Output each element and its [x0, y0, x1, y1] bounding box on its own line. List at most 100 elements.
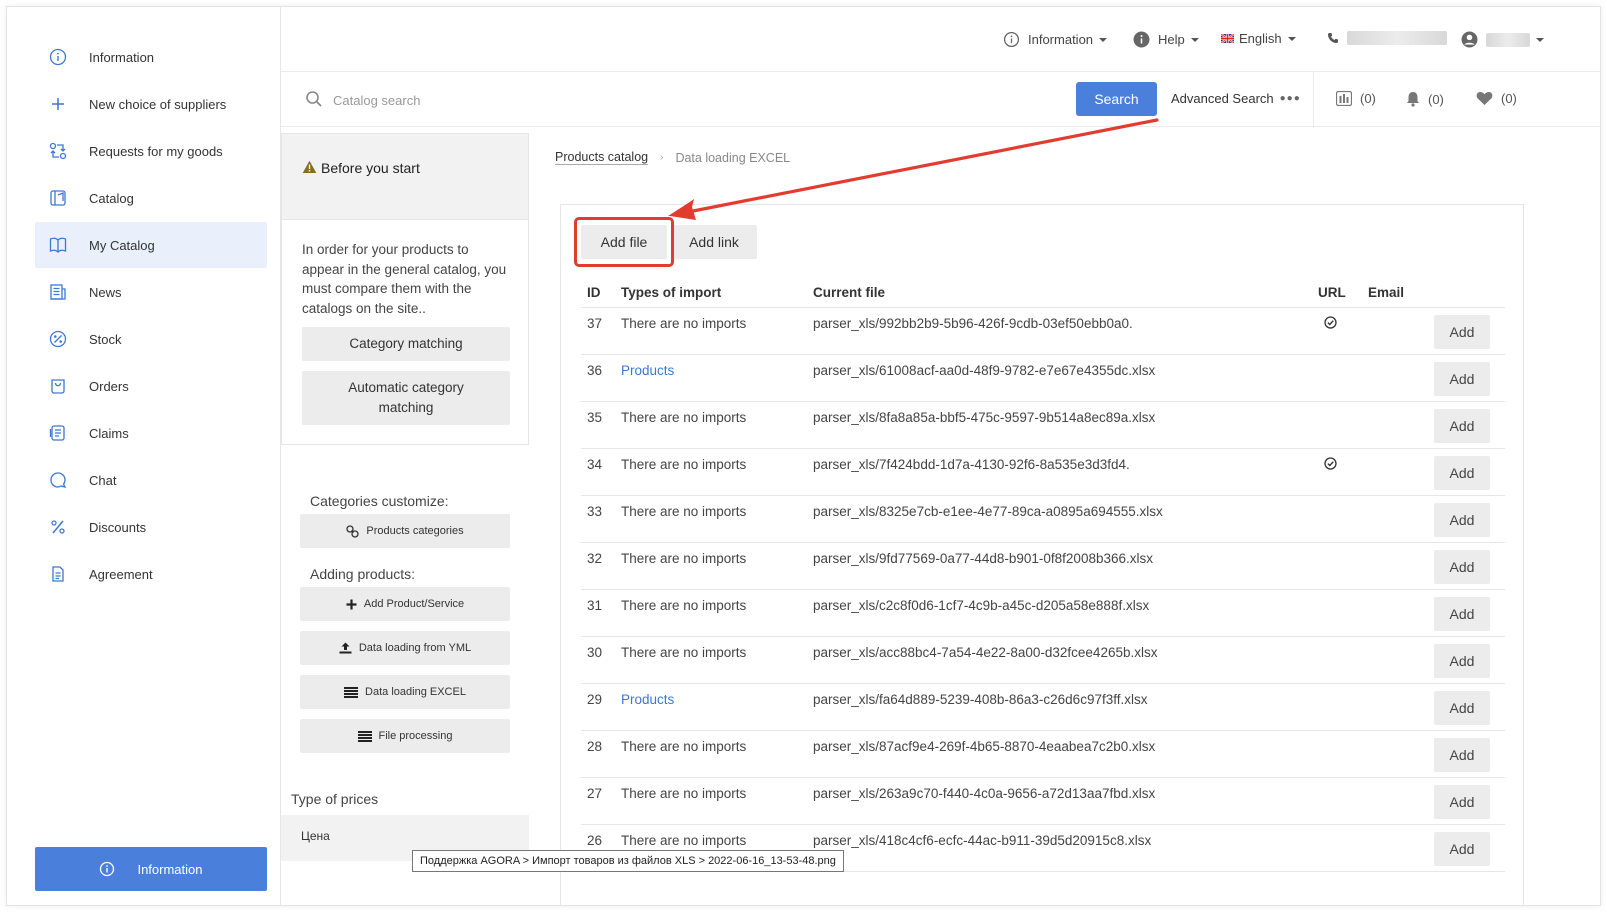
add-button[interactable]: Add — [1434, 643, 1490, 678]
before-you-start-box: Before you start In order for your produ… — [281, 133, 529, 445]
sidebar-information-button[interactable]: Information — [35, 847, 267, 891]
sidebar-item-new-choice-of-suppliers[interactable]: New choice of suppliers — [35, 81, 267, 127]
sidebar-item-label: Orders — [89, 378, 129, 394]
document-icon — [47, 563, 69, 585]
sidebar-item-agreement[interactable]: Agreement — [35, 551, 267, 597]
adding-products-label: Adding products: — [310, 566, 416, 582]
row-email — [1362, 683, 1428, 731]
information-menu[interactable]: Information — [1003, 31, 1108, 48]
row-import-type: There are no imports — [615, 777, 807, 825]
row-current-file: parser_xls/7f424bdd-1d7a-4130-92f6-8a535… — [807, 448, 1312, 496]
sidebar-item-orders[interactable]: Orders — [35, 363, 267, 409]
row-id: 35 — [581, 401, 615, 449]
notifications-counter[interactable]: (0) — [1406, 91, 1444, 107]
file-processing-button[interactable]: File processing — [300, 719, 510, 753]
heart-icon — [1476, 91, 1493, 105]
table-row: 34 There are no imports parser_xls/7f424bd… — [581, 448, 1505, 496]
add-button[interactable]: Add — [1434, 737, 1490, 772]
row-action: Add — [1428, 448, 1505, 496]
breadcrumb-current: Data loading EXCEL — [675, 150, 791, 165]
add-button[interactable]: Add — [1434, 314, 1490, 349]
sidebar-item-claims[interactable]: Claims — [35, 410, 267, 456]
information-menu-label: Information — [1028, 32, 1094, 47]
user-menu[interactable] — [1461, 31, 1544, 48]
info-icon — [47, 46, 69, 68]
news-icon — [47, 281, 69, 303]
app-window: Information New choice of suppliers Reques… — [6, 6, 1601, 906]
catalog-search-input[interactable] — [333, 84, 1033, 116]
category-matching-button[interactable]: Category matching — [302, 327, 510, 361]
advanced-search-link[interactable]: Advanced Search ●●● — [1171, 91, 1301, 106]
row-id: 29 — [581, 683, 615, 731]
row-current-file: parser_xls/9fd77569-0a77-44d8-b901-0f8f2… — [807, 542, 1312, 590]
tooltip: Поддержка AGORA > Импорт товаров из файл… — [412, 850, 844, 872]
row-action: Add — [1428, 354, 1505, 402]
table-row: 37 There are no imports parser_xls/992bb2b… — [581, 307, 1505, 355]
sidebar-item-discounts[interactable]: Discounts — [35, 504, 267, 550]
row-url — [1312, 636, 1362, 684]
add-button[interactable]: Add — [1434, 361, 1490, 396]
row-url — [1312, 354, 1362, 402]
chat-icon — [47, 469, 69, 491]
favorites-counter[interactable]: (0) — [1476, 91, 1517, 106]
add-button[interactable]: Add — [1434, 596, 1490, 631]
automatic-category-matching-button[interactable]: Automatic category matching — [302, 371, 510, 425]
sidebar-item-chat[interactable]: Chat — [35, 457, 267, 503]
add-button[interactable]: Add — [1434, 690, 1490, 725]
row-import-type[interactable]: Products — [615, 354, 807, 402]
advanced-search-label: Advanced Search — [1171, 91, 1274, 106]
row-url — [1312, 448, 1362, 496]
help-menu[interactable]: Help — [1133, 31, 1199, 48]
add-button[interactable]: Add — [1434, 502, 1490, 537]
phone-icon — [1328, 33, 1338, 43]
add-button[interactable]: Add — [1434, 784, 1490, 819]
row-import-type: There are no imports — [615, 589, 807, 637]
row-action: Add — [1428, 495, 1505, 543]
row-action: Add — [1428, 307, 1505, 355]
language-menu[interactable]: English — [1221, 31, 1296, 46]
row-url — [1312, 495, 1362, 543]
user-icon — [1461, 31, 1478, 48]
add-button[interactable]: Add — [1434, 455, 1490, 490]
sidebar-information-label: Information — [137, 861, 203, 877]
sidebar-item-my-catalog[interactable]: My Catalog — [35, 222, 267, 268]
before-you-start-text: In order for your products to appear in … — [302, 242, 507, 316]
sidebar-item-stock[interactable]: Stock — [35, 316, 267, 362]
row-action: Add — [1428, 542, 1505, 590]
row-action: Add — [1428, 683, 1505, 731]
book-icon — [47, 234, 69, 256]
add-product-button[interactable]: Add Product/Service — [300, 587, 510, 621]
products-categories-button[interactable]: Products categories — [300, 514, 510, 548]
sidebar-item-requests-for-my-goods[interactable]: Requests for my goods — [35, 128, 267, 174]
counters: (0) (0) (0) — [1313, 72, 1600, 128]
breadcrumb-products-catalog[interactable]: Products catalog — [555, 150, 649, 165]
info-icon — [99, 861, 115, 877]
sidebar-item-label: Information — [89, 49, 155, 65]
row-import-type: There are no imports — [615, 448, 807, 496]
excel-loading-button[interactable]: Data loading EXCEL — [300, 675, 510, 709]
search-button[interactable]: Search — [1076, 82, 1157, 116]
row-action: Add — [1428, 636, 1505, 684]
stock-icon — [47, 328, 69, 350]
row-import-type: There are no imports — [615, 495, 807, 543]
row-import-type[interactable]: Products — [615, 683, 807, 731]
row-import-type: There are no imports — [615, 307, 807, 355]
row-email — [1362, 307, 1428, 355]
yml-loading-button[interactable]: Data loading from YML — [300, 631, 510, 665]
sidebar-item-label: Discounts — [89, 519, 147, 535]
add-button[interactable]: Add — [1434, 549, 1490, 584]
row-email — [1362, 401, 1428, 449]
row-current-file: parser_xls/fa64d889-5239-408b-86a3-c26d6… — [807, 683, 1312, 731]
sidebar-item-news[interactable]: News — [35, 269, 267, 315]
row-current-file: parser_xls/263a9c70-f440-4c0a-9656-a72d1… — [807, 777, 1312, 825]
chevron-down-icon — [1536, 37, 1544, 42]
add-link-button[interactable]: Add link — [671, 225, 757, 259]
compare-counter[interactable]: (0) — [1336, 91, 1376, 106]
sidebar-item-catalog[interactable]: Catalog — [35, 175, 267, 221]
add-button[interactable]: Add — [1434, 408, 1490, 443]
sidebar-item-information[interactable]: Information — [35, 34, 267, 80]
search-bar: Search Advanced Search ●●● (0) (0) (0) — [281, 71, 1600, 128]
add-button[interactable]: Add — [1434, 831, 1490, 866]
sidebar: Information New choice of suppliers Reques… — [7, 7, 281, 905]
link-icon — [346, 524, 360, 538]
